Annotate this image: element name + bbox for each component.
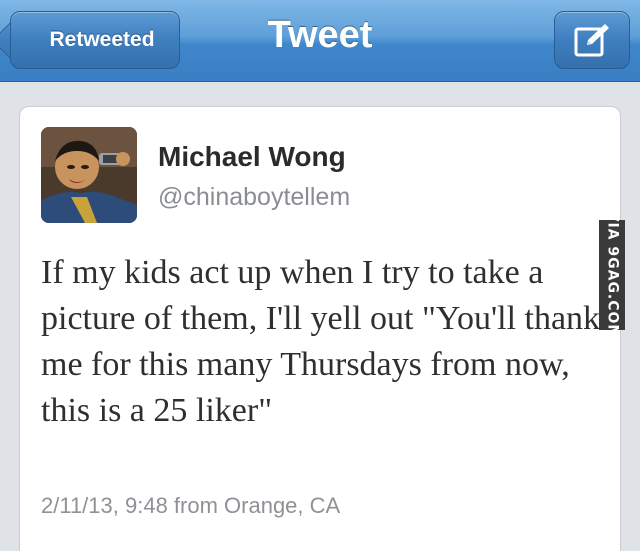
- compose-icon: [574, 24, 609, 57]
- tweet-timestamp[interactable]: 2/11/13, 9:48 from Orange, CA: [41, 493, 340, 519]
- author-name[interactable]: Michael Wong: [158, 141, 346, 173]
- avatar[interactable]: [41, 127, 137, 223]
- author-handle[interactable]: @chinaboytellem: [158, 183, 350, 212]
- tweet-card: Michael Wong @chinaboytellem If my kids …: [19, 106, 621, 551]
- watermark: VIA 9GAG.COM: [599, 211, 625, 339]
- navigation-bar: Retweeted Tweet: [0, 0, 640, 82]
- compose-button[interactable]: [554, 11, 630, 69]
- back-button[interactable]: Retweeted: [10, 11, 180, 69]
- user-photo-icon: [41, 127, 137, 223]
- watermark-text: VIA 9GAG.COM: [604, 210, 620, 340]
- tweet-text: If my kids act up when I try to take a p…: [41, 254, 601, 429]
- back-button-label: Retweeted: [49, 28, 155, 51]
